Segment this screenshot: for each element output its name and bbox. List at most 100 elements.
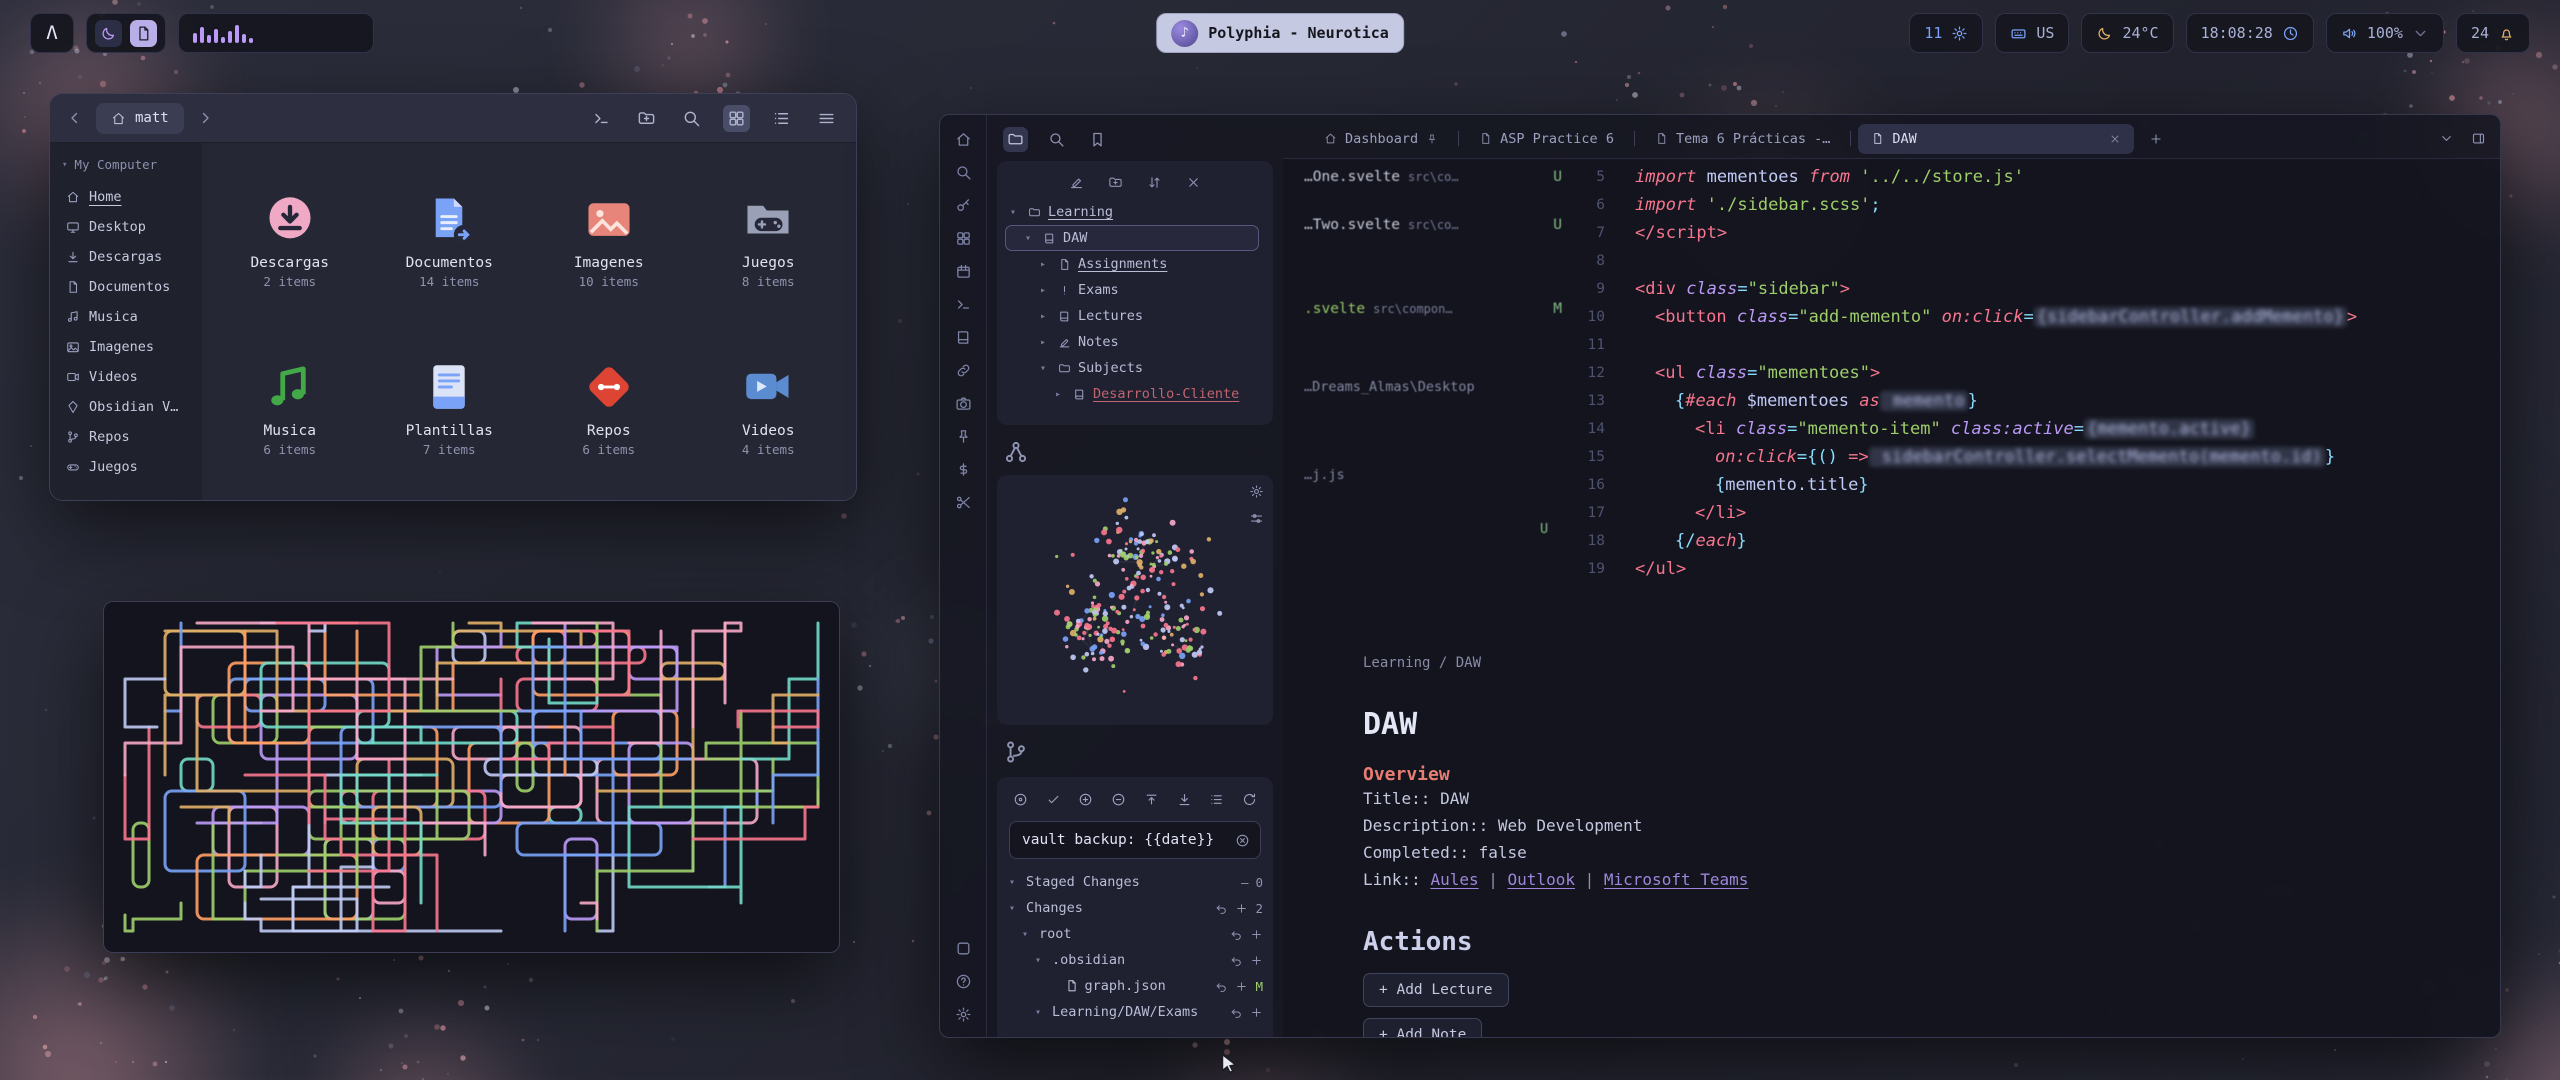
tree-item-exams[interactable]: ▸Exams bbox=[1005, 277, 1259, 303]
graph-panel-icon[interactable] bbox=[1001, 439, 1031, 465]
keyboard-layout-widget[interactable]: US bbox=[1995, 13, 2069, 53]
search-icon[interactable] bbox=[678, 105, 705, 132]
tree-item-lectures[interactable]: ▸Lectures bbox=[1005, 303, 1259, 329]
local-graph-view[interactable] bbox=[997, 475, 1273, 725]
tab-daw[interactable]: DAW bbox=[1858, 124, 2134, 154]
explorer-sort-icon[interactable] bbox=[1147, 175, 1162, 190]
git-unstage-all-icon[interactable] bbox=[1111, 792, 1126, 807]
note-link-aules[interactable]: Aules bbox=[1430, 870, 1478, 889]
bookmarks-panel-tab-icon[interactable] bbox=[1085, 127, 1110, 152]
folder-tile-plantillas[interactable]: Plantillas7 items bbox=[370, 354, 530, 457]
tree-item-assignments[interactable]: ▸Assignments bbox=[1005, 251, 1259, 277]
git-panel-icon[interactable] bbox=[1001, 739, 1031, 765]
git-row-root[interactable]: ▾root bbox=[1007, 921, 1263, 947]
grid-view-icon[interactable] bbox=[723, 105, 750, 132]
back-button[interactable] bbox=[66, 109, 84, 127]
sidebar-item-imagenes[interactable]: Imagenes bbox=[60, 332, 192, 362]
ribbon-gear-icon[interactable] bbox=[955, 1006, 972, 1023]
folder-tile-musica[interactable]: Musica6 items bbox=[210, 354, 370, 457]
explorer-x-icon[interactable] bbox=[1186, 175, 1201, 190]
tree-item-daw[interactable]: ▾DAW bbox=[1005, 225, 1259, 251]
folder-tile-videos[interactable]: Videos4 items bbox=[689, 354, 849, 457]
clock-widget[interactable]: 18:08:28 bbox=[2186, 13, 2314, 53]
explorer-folderplus-icon[interactable] bbox=[1108, 175, 1123, 190]
git-row--obsidian[interactable]: ▾.obsidian bbox=[1007, 947, 1263, 973]
sidebar-item-descargas[interactable]: Descargas bbox=[60, 242, 192, 272]
folder-tile-documentos[interactable]: Documentos14 items bbox=[370, 186, 530, 289]
clear-message-icon[interactable] bbox=[1235, 833, 1250, 848]
close-tab-icon[interactable] bbox=[2109, 133, 2121, 145]
ribbon-terminal-icon[interactable] bbox=[955, 296, 972, 313]
git-refresh-icon[interactable] bbox=[1242, 792, 1257, 807]
commit-message-input[interactable] bbox=[1020, 831, 1227, 849]
sidebar-item-desktop[interactable]: Desktop bbox=[60, 212, 192, 242]
folder-tile-repos[interactable]: Repos6 items bbox=[529, 354, 689, 457]
ribbon-camera-icon[interactable] bbox=[955, 395, 972, 412]
dock-icon-2[interactable] bbox=[130, 20, 157, 47]
tree-item-notes[interactable]: ▸Notes bbox=[1005, 329, 1259, 355]
git-commit-icon[interactable] bbox=[1046, 792, 1061, 807]
action-button--add-lecture[interactable]: + Add Lecture bbox=[1363, 973, 1509, 1007]
tree-item-learning[interactable]: ▾Learning bbox=[1005, 199, 1259, 225]
editor-area[interactable]: …One.sveltesrc\co…U…Two.sveltesrc\co…U.s… bbox=[1283, 159, 2500, 1037]
updates-widget[interactable]: 11 bbox=[1909, 13, 1983, 53]
git-pull-icon[interactable] bbox=[1177, 792, 1192, 807]
breadcrumb[interactable]: matt bbox=[96, 103, 184, 134]
ribbon-help-icon[interactable] bbox=[955, 973, 972, 990]
ribbon-search-icon[interactable] bbox=[955, 164, 972, 181]
new-tab-button[interactable] bbox=[2139, 132, 2173, 146]
search-panel-tab-icon[interactable] bbox=[1044, 127, 1069, 152]
explorer-edit-icon[interactable] bbox=[1069, 175, 1084, 190]
hamburger-menu-icon[interactable] bbox=[813, 105, 840, 132]
sidebar-item-obsidian-v-[interactable]: Obsidian V… bbox=[60, 392, 192, 422]
tab-dashboard[interactable]: Dashboard bbox=[1311, 124, 1451, 154]
graph-filter-icon[interactable] bbox=[1249, 511, 1264, 526]
folder-tile-imagenes[interactable]: Imagenes10 items bbox=[529, 186, 689, 289]
tab-asp-practice-6[interactable]: ASP Practice 6 bbox=[1466, 124, 1627, 154]
note-link-outlook[interactable]: Outlook bbox=[1508, 870, 1575, 889]
ribbon-pin-icon[interactable] bbox=[955, 428, 972, 445]
forward-button[interactable] bbox=[196, 109, 214, 127]
weather-widget[interactable]: 24°C bbox=[2081, 13, 2173, 53]
folder-tile-juegos[interactable]: Juegos8 items bbox=[689, 186, 849, 289]
toggle-sidebar-icon[interactable] bbox=[2471, 131, 2486, 146]
sidebar-item-home[interactable]: Home bbox=[60, 182, 192, 212]
ribbon-key-icon[interactable] bbox=[955, 197, 972, 214]
git-row-changes[interactable]: ▾Changes2 bbox=[1007, 895, 1263, 921]
git-change-list-icon[interactable] bbox=[1209, 792, 1224, 807]
git-stage-all-icon[interactable] bbox=[1078, 792, 1093, 807]
ribbon-grid-icon[interactable] bbox=[955, 230, 972, 247]
ribbon-calendar-icon[interactable] bbox=[955, 263, 972, 280]
ribbon-link-icon[interactable] bbox=[955, 362, 972, 379]
notifications-widget[interactable]: 24 bbox=[2456, 13, 2530, 53]
action-button--add-note[interactable]: + Add Note bbox=[1363, 1018, 1482, 1037]
tab-tema-6-pr-cticas-[interactable]: Tema 6 Prácticas -… bbox=[1642, 124, 1843, 154]
dock-icon-1[interactable] bbox=[95, 20, 122, 47]
ribbon-book-icon[interactable] bbox=[955, 329, 972, 346]
new-folder-icon[interactable] bbox=[633, 105, 660, 132]
ribbon-dollar-icon[interactable] bbox=[955, 461, 972, 478]
git-row-learning-daw-exams[interactable]: ▾Learning/DAW/Exams bbox=[1007, 999, 1263, 1025]
graph-settings-icon[interactable] bbox=[1249, 484, 1264, 499]
note-link-microsoft-teams[interactable]: Microsoft Teams bbox=[1604, 870, 1749, 889]
terminal-icon[interactable] bbox=[588, 105, 615, 132]
ribbon-box-icon[interactable] bbox=[955, 940, 972, 957]
now-playing-widget[interactable]: ♪ Polyphia - Neurotica bbox=[1156, 13, 1404, 53]
sidebar-item-documentos[interactable]: Documentos bbox=[60, 272, 192, 302]
sidebar-item-videos[interactable]: Videos bbox=[60, 362, 192, 392]
git-row-staged-changes[interactable]: ▾Staged Changes—0 bbox=[1007, 869, 1263, 895]
git-row-graph-json[interactable]: graph.jsonM bbox=[1007, 973, 1263, 999]
ribbon-scissors-icon[interactable] bbox=[955, 494, 972, 511]
launcher-button[interactable]: Λ bbox=[30, 13, 74, 53]
sidebar-item-musica[interactable]: Musica bbox=[60, 302, 192, 332]
list-view-icon[interactable] bbox=[768, 105, 795, 132]
tree-item-desarrollo-cliente[interactable]: ▸Desarrollo-Cliente bbox=[1005, 381, 1259, 407]
files-panel-tab-icon[interactable] bbox=[1003, 127, 1028, 152]
tab-list-icon[interactable] bbox=[2439, 131, 2454, 146]
git-push-icon[interactable] bbox=[1144, 792, 1159, 807]
volume-widget[interactable]: 100% bbox=[2326, 13, 2444, 53]
sidebar-item-juegos[interactable]: Juegos bbox=[60, 452, 192, 482]
ribbon-home-icon[interactable] bbox=[955, 131, 972, 148]
git-backup-icon[interactable] bbox=[1013, 792, 1028, 807]
sidebar-item-repos[interactable]: Repos bbox=[60, 422, 192, 452]
